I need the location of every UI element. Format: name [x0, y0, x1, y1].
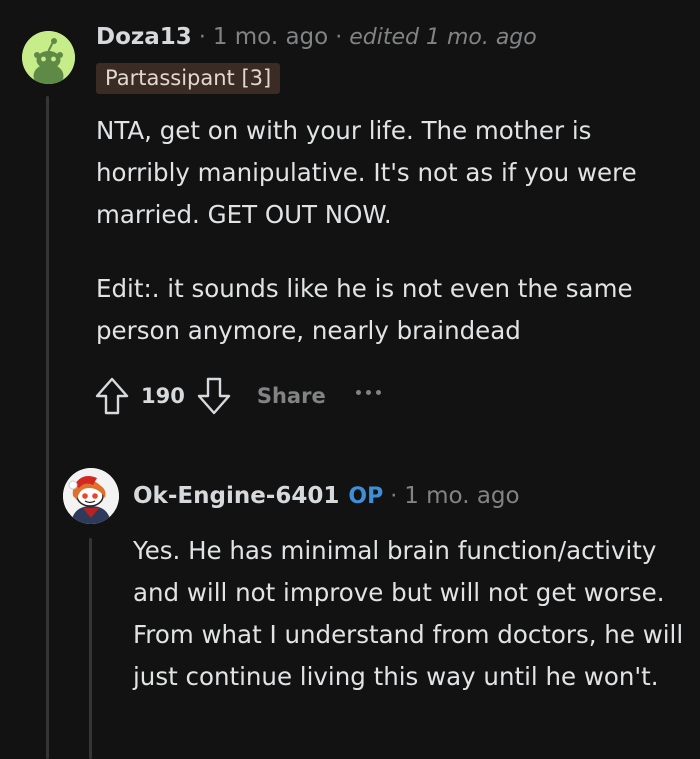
downvote-button[interactable]	[195, 374, 233, 418]
user-flair: Partassipant [3]	[96, 63, 281, 94]
reply-author[interactable]: Ok-Engine-6401	[133, 483, 339, 509]
comment-actions: 190 Share	[93, 374, 381, 418]
more-options-icon	[355, 389, 361, 395]
comment-timestamp[interactable]: 1 mo. ago	[213, 24, 328, 50]
comment-header: Doza13 · 1 mo. ago · edited 1 mo. ago	[96, 24, 537, 50]
downvote-arrow-icon	[197, 377, 231, 415]
separator-dot: ·	[198, 25, 206, 50]
op-badge: OP	[348, 484, 384, 509]
separator-dot: ·	[335, 25, 343, 50]
upvote-arrow-icon	[95, 377, 129, 415]
upvote-button[interactable]	[93, 374, 131, 418]
more-options-button[interactable]	[355, 374, 381, 418]
vote-score: 190	[141, 384, 185, 408]
reply-header: Ok-Engine-6401 OP · 1 mo. ago	[133, 483, 520, 509]
reply-body: Yes. He has minimal brain function/activ…	[133, 536, 684, 691]
thread-line-reply[interactable]	[89, 538, 92, 759]
comment-author[interactable]: Doza13	[96, 24, 192, 50]
thread-line-comment[interactable]	[46, 96, 49, 759]
share-button[interactable]: Share	[257, 384, 326, 408]
comment-body-paragraph: Edit:. it sounds like he is not even the…	[96, 274, 633, 345]
avatar-ok-engine-6401[interactable]	[63, 468, 119, 524]
avatar-doza13[interactable]	[22, 31, 75, 84]
reply-timestamp[interactable]: 1 mo. ago	[404, 483, 519, 509]
edited-label: edited 1 mo. ago	[349, 25, 537, 50]
comment-body-paragraph: NTA, get on with your life. The mother i…	[96, 116, 637, 229]
separator-dot: ·	[390, 484, 398, 509]
snoo-avatar-icon	[22, 31, 75, 84]
comment-thread: Doza13 · 1 mo. ago · edited 1 mo. ago Pa…	[0, 0, 700, 759]
snoo-holiday-avatar-icon	[63, 468, 119, 524]
